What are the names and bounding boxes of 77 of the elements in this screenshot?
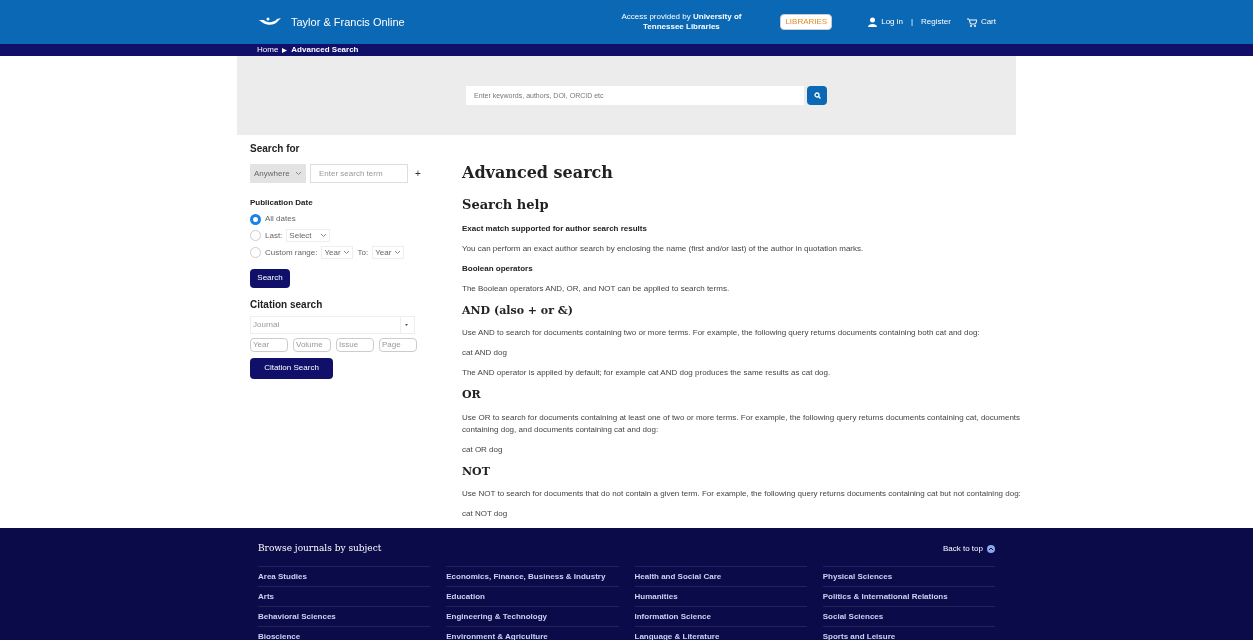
subject-link[interactable]: Area Studies: [258, 565, 431, 586]
subject-link[interactable]: Behavioral Sciences: [258, 605, 431, 626]
help-text: cat NOT dog: [462, 508, 509, 520]
subject-link[interactable]: Sports and Leisure: [822, 625, 995, 640]
help-text: Use AND to search for documents containing two or more terms. For example, the following query returns documents containing both cat and dog:: [462, 327, 981, 339]
operator-heading: NOT: [462, 463, 491, 480]
help-text: You can perform an exact author search by enclosing the name (first and/or last) of the author in quotation marks.: [462, 242, 865, 255]
subject-link[interactable]: Engineering & Technology: [446, 605, 619, 626]
help-text: The Boolean operators AND, OR, and NOT can be applied to search terms.: [462, 282, 731, 295]
breadcrumb-link[interactable]: Advanced Search: [291, 46, 359, 54]
citation-field[interactable]: Page: [379, 337, 417, 352]
subject-link[interactable]: Information Science: [634, 605, 807, 626]
help-text: Use OR to search for documents containing at least one of two or more terms. For example, the following query returns documents containing cat, documents containing dog, and documents containing cat and dog:: [462, 411, 1022, 436]
subject-link[interactable]: Health and Social Care: [634, 565, 807, 586]
subject-link[interactable]: Bioscience: [258, 625, 431, 640]
triangle-right-icon: [282, 47, 288, 53]
library-badge: LIBRARIES: [780, 14, 833, 30]
citation-field[interactable]: Year: [250, 337, 288, 352]
chevron-down-icon: [320, 233, 328, 238]
register-link[interactable]: Register: [921, 16, 951, 28]
help-text: cat AND dog: [462, 347, 508, 359]
lamp-logo-icon: [257, 16, 283, 28]
chevron-down-icon: [343, 250, 351, 255]
back-to-top-link[interactable]: Back to top: [942, 542, 983, 555]
citation-field[interactable]: Volume: [293, 337, 331, 352]
footer-heading: Browse journals by subject: [258, 542, 382, 555]
operator-heading: OR: [462, 387, 482, 403]
year-dropdown[interactable]: Year: [372, 246, 405, 259]
subject-link[interactable]: Politics & International Relations: [822, 585, 995, 606]
help-label: Exact match supported for author search results: [462, 222, 648, 235]
section-heading: Search help: [462, 196, 550, 214]
range-label: To:: [357, 246, 369, 259]
subject-link[interactable]: Language & Literature: [634, 625, 807, 640]
subject-link[interactable]: Physical Sciences: [822, 565, 995, 586]
access-notice: Access provided by University of Tennessee Libraries: [620, 12, 743, 32]
separator: |: [911, 16, 914, 28]
sidebar-heading: Citation search: [250, 297, 324, 312]
radio-button[interactable]: [250, 247, 261, 258]
radio-label: All dates: [265, 213, 296, 225]
search-icon: [813, 92, 821, 99]
subject-link[interactable]: Humanities: [634, 585, 807, 606]
scope-dropdown[interactable]: Anywhere: [250, 164, 306, 183]
page-title: Advanced search: [462, 162, 614, 184]
login-link[interactable]: Log in: [881, 16, 903, 28]
add-term-button[interactable]: +: [415, 166, 421, 181]
subject-link[interactable]: Social Sciences: [822, 605, 995, 626]
user-icon: [868, 17, 878, 27]
search-button[interactable]: [807, 86, 827, 105]
period-dropdown[interactable]: Select: [286, 229, 331, 242]
subject-link[interactable]: Environment & Agriculture: [446, 625, 619, 640]
chevron-down-icon: [394, 250, 402, 255]
sidebar-subheading: Publication Date: [250, 197, 314, 209]
cart-icon[interactable]: [966, 17, 977, 27]
cart-link[interactable]: Cart: [980, 16, 996, 28]
citation-search-button[interactable]: Citation Search: [250, 357, 333, 379]
site-logo-text[interactable]: Taylor & Francis Online: [291, 13, 405, 31]
help-label: Boolean operators: [462, 262, 534, 275]
help-text: Use NOT to search for documents that do not contain a given term. For example, the following query returns documents containing cat but not containing dog:: [462, 488, 1022, 500]
citation-field[interactable]: Issue: [336, 337, 374, 352]
radio-button[interactable]: [250, 213, 261, 225]
arrow-up-circle-icon[interactable]: [987, 544, 995, 553]
operator-heading: AND (also + or &): [462, 302, 574, 319]
chevron-down-icon: [295, 171, 302, 176]
radio-button[interactable]: [250, 230, 261, 241]
subject-link[interactable]: Arts: [258, 585, 431, 606]
help-text: The AND operator is applied by default; for example cat AND dog produces the same results as cat dog.: [462, 367, 832, 379]
breadcrumb-link[interactable]: Home: [257, 46, 279, 54]
search-submit-button[interactable]: Search: [250, 268, 290, 288]
help-text: cat OR dog: [462, 443, 504, 456]
radio-label: Last:: [265, 229, 283, 242]
year-dropdown[interactable]: Year: [321, 246, 354, 259]
subject-link[interactable]: Education: [446, 585, 619, 606]
caret-icon: [405, 323, 408, 326]
subject-link[interactable]: Economics, Finance, Business & Industry: [446, 565, 619, 586]
search-term-field[interactable]: Enter search term: [310, 164, 408, 183]
sidebar-heading: Search for: [250, 142, 301, 156]
radio-label: Custom range:: [265, 246, 318, 259]
